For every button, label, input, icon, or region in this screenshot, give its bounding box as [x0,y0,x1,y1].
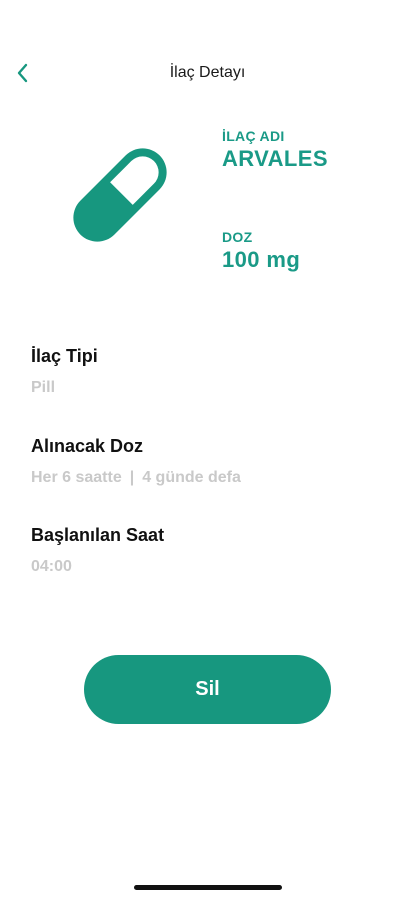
start-time-title: Başlanılan Saat [31,525,165,545]
dose-schedule-value: Her 6 saatte | 4 günde defa [31,469,241,487]
medicine-type-title: İlaç Tipi [31,346,98,366]
page-title: İlaç Detayı [169,64,246,81]
pill-icon [60,135,180,255]
dose-frequency: Her 6 saatte [31,469,122,486]
home-indicator [134,885,282,890]
medicine-type-section: İlaç Tipi Pill [31,346,98,397]
dose-value: 100 mg [222,247,301,272]
medicine-name-label: İLAÇ ADI [222,128,285,144]
dose-separator: | [129,469,135,486]
nav-header: İlaç Detayı [0,56,415,92]
dose-label: DOZ [222,229,253,245]
start-time-value: 04:00 [31,558,72,575]
start-time-section: Başlanılan Saat 04:00 [31,525,164,576]
medicine-dose-block: DOZ 100 mg [222,229,300,273]
medicine-type-value: Pill [31,379,56,396]
delete-button[interactable]: Sil [84,655,331,724]
dose-count: 4 günde defa [142,469,241,486]
dose-schedule-title: Alınacak Doz [31,436,144,456]
medicine-name-block: İLAÇ ADI ARVALES [222,128,328,172]
medicine-name: ARVALES [222,146,328,171]
dose-schedule-section: Alınacak Doz Her 6 saatte | 4 günde defa [31,436,241,487]
